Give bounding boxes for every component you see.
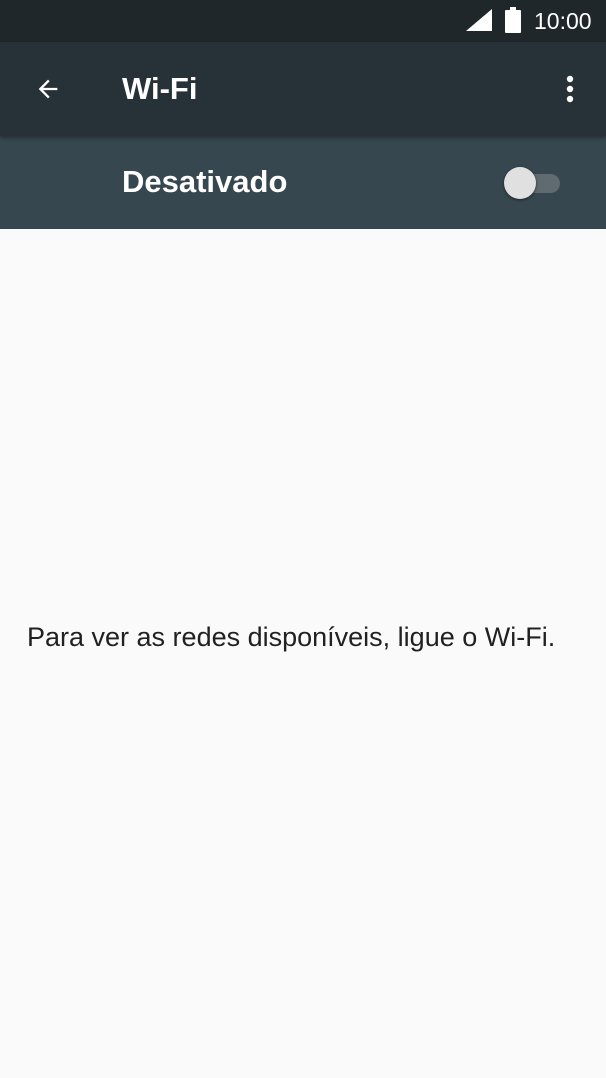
status-time: 10:00 (534, 8, 592, 34)
cell-signal-icon (466, 9, 492, 31)
back-arrow-icon[interactable] (28, 69, 68, 109)
wifi-off-message: Para ver as redes disponíveis, ligue o W… (27, 622, 556, 652)
page-title: Wi-Fi (122, 71, 198, 106)
app-bar: Wi-Fi (0, 42, 606, 136)
toggle-thumb[interactable] (504, 167, 536, 199)
more-vert-icon[interactable] (550, 69, 590, 109)
battery-icon (505, 7, 521, 33)
status-bar: 10:00 (0, 0, 606, 42)
wifi-switch-label: Desativado (122, 164, 288, 199)
wifi-master-switch-bar[interactable]: Desativado (0, 136, 606, 229)
wifi-toggle[interactable] (500, 164, 568, 202)
main-content: Para ver as redes disponíveis, ligue o W… (0, 229, 606, 1078)
